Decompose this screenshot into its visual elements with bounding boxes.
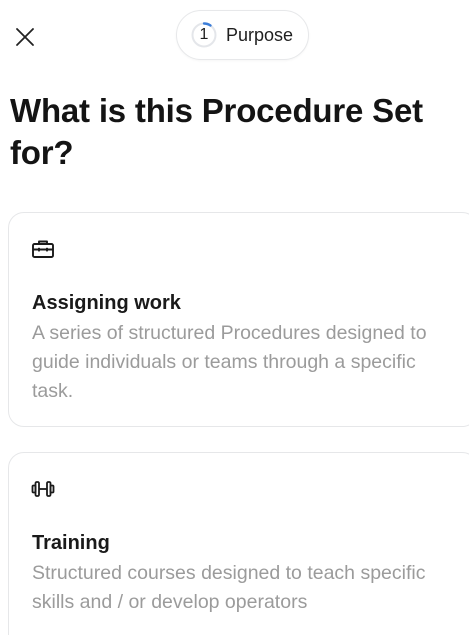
option-title: Assigning work xyxy=(32,292,181,314)
option-description: Structured courses designed to teach spe… xyxy=(32,562,426,613)
briefcase-icon xyxy=(32,240,54,258)
step-progress-ring: 1 xyxy=(191,22,217,48)
option-card-training[interactable]: Training Structured courses designed to … xyxy=(8,452,469,635)
option-description: A series of structured Procedures design… xyxy=(32,322,427,402)
purpose-screen: 1 Purpose What is this Procedure Set for… xyxy=(0,0,469,635)
option-title: Training xyxy=(32,532,110,554)
close-icon xyxy=(16,28,34,46)
step-indicator: 1 Purpose xyxy=(176,10,310,60)
step-label: Purpose xyxy=(226,24,294,45)
close-button[interactable] xyxy=(10,22,40,52)
step-number: 1 xyxy=(199,26,209,43)
page-title: What is this Procedure Set for? xyxy=(10,92,423,171)
dumbbell-icon xyxy=(31,481,55,497)
option-card-assigning-work[interactable]: Assigning work A series of structured Pr… xyxy=(8,212,469,427)
